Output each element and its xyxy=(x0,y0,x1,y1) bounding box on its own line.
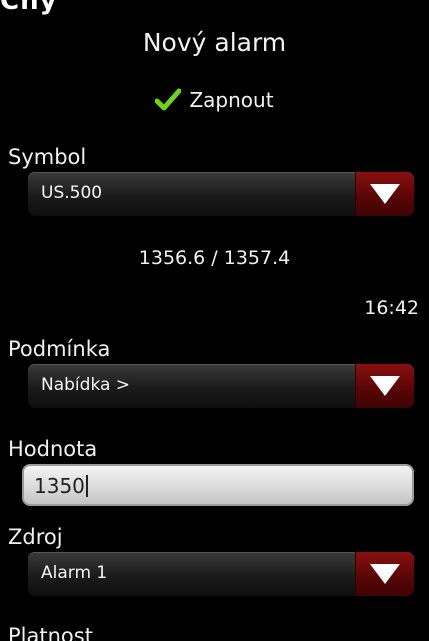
text-caret xyxy=(85,475,88,497)
condition-dropdown[interactable]: Nabídka > xyxy=(28,364,414,408)
enable-label: Zapnout xyxy=(189,88,274,112)
dropdown-arrow[interactable] xyxy=(355,364,414,408)
dropdown-arrow[interactable] xyxy=(355,552,414,596)
symbol-label: Symbol xyxy=(8,145,87,169)
condition-label: Podmínka xyxy=(8,337,111,361)
screen: Cny Nový alarm Zapnout Symbol US.500 135… xyxy=(0,0,429,641)
symbol-dropdown[interactable]: US.500 xyxy=(28,172,414,216)
bid-ask-prices: 1356.6 / 1357.4 xyxy=(138,247,291,269)
dropdown-arrow[interactable] xyxy=(355,172,414,216)
triangle-down-icon xyxy=(370,184,400,204)
checkmark-icon xyxy=(154,88,182,112)
condition-value: Nabídka > xyxy=(41,375,131,395)
triangle-down-icon xyxy=(370,564,400,584)
clipped-header-text: Cny xyxy=(0,0,58,16)
source-value: Alarm 1 xyxy=(41,563,108,583)
validity-label: Platnost xyxy=(8,624,93,641)
page-title: Nový alarm xyxy=(142,28,287,57)
triangle-down-icon xyxy=(370,376,400,396)
source-dropdown[interactable]: Alarm 1 xyxy=(28,552,414,596)
value-label: Hodnota xyxy=(8,437,98,461)
value-input-text: 1350 xyxy=(34,474,88,498)
symbol-value: US.500 xyxy=(41,183,103,203)
quote-time: 16:42 xyxy=(364,297,419,319)
value-text: 1350 xyxy=(34,474,85,498)
enable-checkbox[interactable]: Zapnout xyxy=(0,88,429,112)
value-input[interactable]: 1350 xyxy=(22,464,414,506)
source-label: Zdroj xyxy=(8,525,63,549)
